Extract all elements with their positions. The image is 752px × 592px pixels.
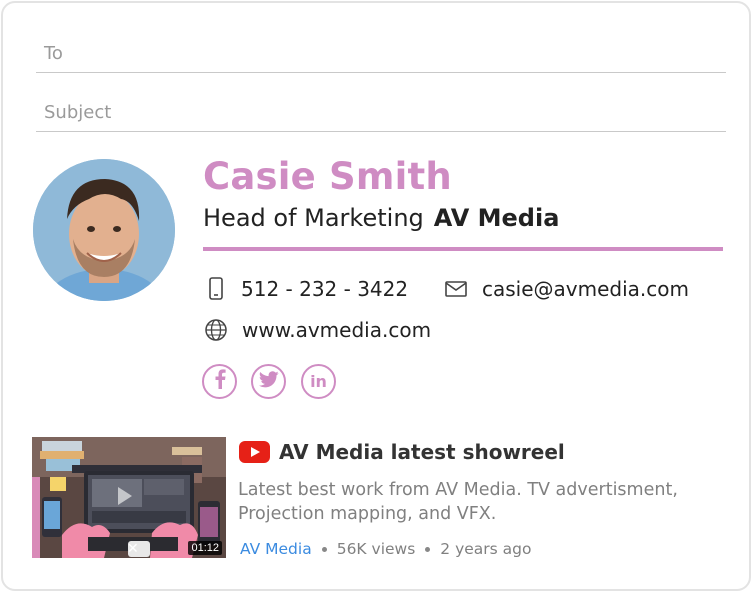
mail-icon (444, 279, 468, 299)
avatar (33, 159, 175, 301)
close-icon: ✕ (127, 541, 139, 557)
subject-placeholder: Subject (44, 102, 112, 123)
channel-link[interactable]: AV Media (240, 540, 312, 558)
separator-dot (425, 546, 431, 552)
upload-age: 2 years ago (440, 540, 532, 558)
youtube-icon (239, 441, 270, 468)
website-contact[interactable]: www.avmedia.com (204, 318, 431, 342)
facebook-icon (213, 369, 227, 394)
video-thumbnail[interactable]: ✕ 01:12 (32, 437, 226, 558)
phone-number: 512 - 232 - 3422 (241, 277, 409, 301)
separator-dot (321, 546, 327, 552)
email-contact[interactable]: casie@avmedia.com (444, 277, 689, 301)
view-count: 56K views (336, 540, 416, 558)
to-placeholder: To (44, 43, 63, 64)
signature-name: Casie Smith (203, 155, 452, 198)
twitter-link[interactable] (251, 364, 286, 399)
phone-contact[interactable]: 512 - 232 - 3422 (205, 277, 408, 301)
video-title[interactable]: AV Media latest showreel (279, 440, 565, 464)
subject-field[interactable]: Subject (36, 92, 726, 132)
video-description: Latest best work from AV Media. TV adver… (238, 480, 678, 524)
twitter-icon (258, 370, 279, 393)
role-line: Head of Marketing AV Media (203, 204, 559, 232)
to-field[interactable]: To (36, 33, 726, 73)
video-duration: 01:12 (188, 541, 222, 555)
linkedin-icon: in (310, 372, 327, 391)
accent-divider (203, 247, 723, 251)
company-name: AV Media (433, 204, 560, 232)
phone-icon (205, 277, 227, 301)
linkedin-link[interactable]: in (301, 364, 336, 399)
email-address: casie@avmedia.com (482, 277, 689, 301)
globe-icon (204, 318, 228, 342)
video-meta: AV Media 56K views 2 years ago (240, 540, 532, 558)
website-url: www.avmedia.com (242, 318, 432, 342)
facebook-link[interactable] (202, 364, 237, 399)
job-title: Head of Marketing (203, 204, 424, 232)
